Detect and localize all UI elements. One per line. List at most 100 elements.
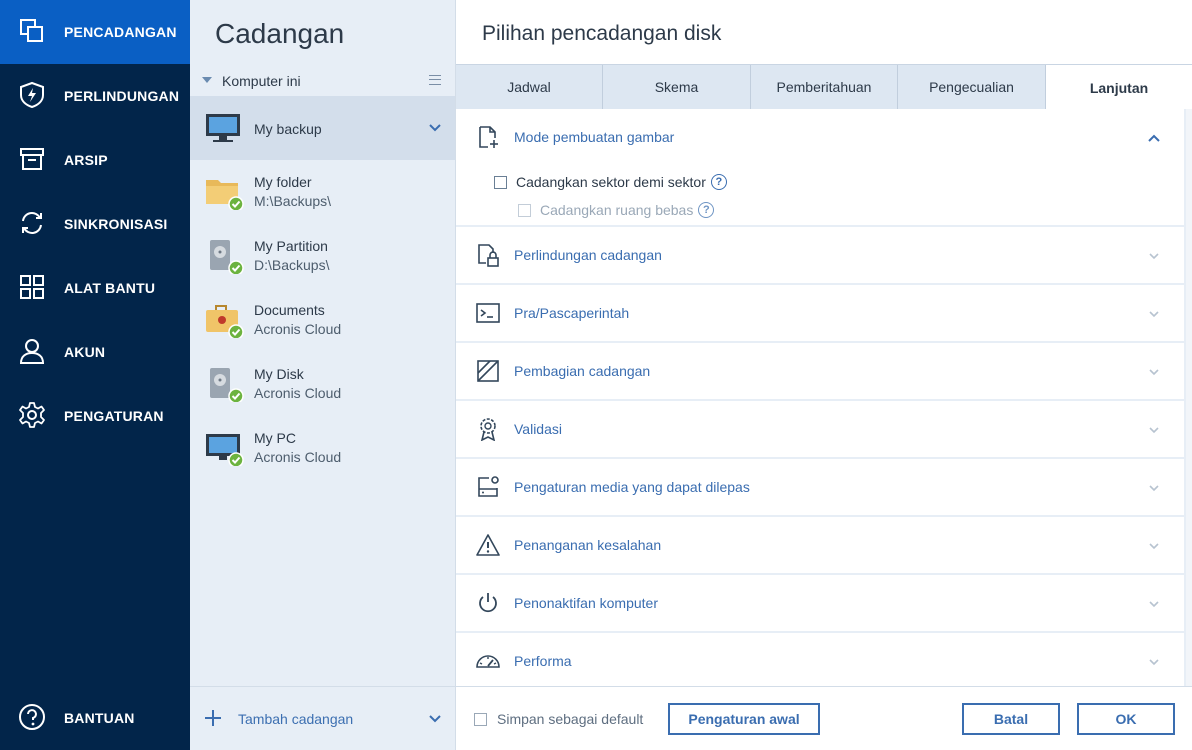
nav-label: AKUN <box>64 344 106 360</box>
nav-label: ALAT BANTU <box>64 280 156 296</box>
nav-label: SINKRONISASI <box>64 216 168 232</box>
nav-item-backup[interactable]: PENCADANGAN <box>0 0 190 64</box>
backup-item-my-partition[interactable]: My Partition D:\Backups\ <box>190 224 455 288</box>
archive-box-icon <box>20 148 44 170</box>
sector-by-sector-option[interactable]: Cadangkan sektor demi sektor ? <box>494 174 727 190</box>
badge-icon <box>480 418 496 441</box>
chevron-down-icon[interactable] <box>1148 250 1160 262</box>
dialog-footer: Simpan sebagai default Pengaturan awal B… <box>456 686 1192 750</box>
backup-copy-icon <box>20 19 43 42</box>
help-icon[interactable]: ? <box>710 174 727 190</box>
nav-item-archive[interactable]: ARSIP <box>0 128 190 192</box>
tools-grid-icon <box>20 275 44 299</box>
section-image-creation-mode: Mode pembuatan gambar Cadangkan sektor d… <box>456 109 1184 225</box>
backup-group-header[interactable]: Komputer ini <box>190 66 455 96</box>
tab-scheme[interactable]: Skema <box>603 65 751 109</box>
nav-item-help[interactable]: BANTUAN <box>0 686 190 750</box>
section-title: Penanganan kesalahan <box>514 537 662 553</box>
options-panel: Pilihan pencadangan disk Jadwal Skema Pe… <box>456 0 1192 750</box>
tab-schedule[interactable]: Jadwal <box>456 65 603 109</box>
lock-file-icon <box>478 244 499 267</box>
warning-icon <box>476 534 500 556</box>
save-as-default-option[interactable]: Simpan sebagai default <box>474 711 643 727</box>
removable-media-icon <box>478 476 499 497</box>
section-error-handling[interactable]: Penanganan kesalahan <box>456 517 1184 573</box>
tab-exclusions[interactable]: Pengecualian <box>898 65 1046 109</box>
nav-item-sync[interactable]: SINKRONISASI <box>0 192 190 256</box>
backup-group-label: Komputer ini <box>222 73 301 89</box>
hard-disk-icon <box>210 368 244 402</box>
chevron-down-icon[interactable] <box>1148 366 1160 378</box>
backup-item-destination: D:\Backups\ <box>254 257 330 273</box>
chevron-down-icon[interactable] <box>429 122 441 134</box>
backup-item-documents[interactable]: Documents Acronis Cloud <box>190 288 455 352</box>
backup-item-my-folder[interactable]: My folder M:\Backups\ <box>190 160 455 224</box>
ok-button[interactable]: OK <box>1077 703 1175 735</box>
tab-notifications[interactable]: Pemberitahuan <box>751 65 898 109</box>
backup-list-panel: Cadangan Komputer ini My backup My folde… <box>190 0 456 750</box>
section-pre-post-commands[interactable]: Pra/Pascaperintah <box>456 285 1184 341</box>
options-scrollbar[interactable] <box>1186 109 1192 686</box>
monitor-icon <box>206 434 244 466</box>
nav-label: PENGATURAN <box>64 408 164 424</box>
cancel-button[interactable]: Batal <box>962 703 1060 735</box>
backup-item-my-backup[interactable]: My backup <box>190 96 455 160</box>
backup-item-name: My Disk <box>254 366 304 382</box>
options-tabs: Jadwal Skema Pemberitahuan Pengecualian … <box>456 64 1192 110</box>
nav-label: PERLINDUNGAN <box>64 88 180 104</box>
backup-item-destination: Acronis Cloud <box>254 449 342 465</box>
monitor-icon <box>206 114 240 142</box>
add-backup-button[interactable]: Tambah cadangan <box>190 686 455 750</box>
section-title: Performa <box>514 653 572 669</box>
file-plus-icon <box>479 126 498 148</box>
nav-item-account[interactable]: AKUN <box>0 320 190 384</box>
backup-item-name: My PC <box>254 430 296 446</box>
backup-item-my-disk[interactable]: My Disk Acronis Cloud <box>190 352 455 416</box>
save-as-default-checkbox[interactable] <box>474 712 487 726</box>
section-validation[interactable]: Validasi <box>456 401 1184 457</box>
backup-item-my-pc[interactable]: My PC Acronis Cloud <box>190 416 455 480</box>
backup-item-name: Documents <box>254 302 325 318</box>
section-title: Pembagian cadangan <box>514 363 651 379</box>
chevron-down-icon[interactable] <box>1148 598 1160 610</box>
hamburger-menu-icon[interactable] <box>429 75 441 85</box>
chevron-down-icon[interactable] <box>1148 540 1160 552</box>
terminal-icon <box>476 303 500 323</box>
help-circle-icon <box>19 704 45 730</box>
free-space-label: Cadangkan ruang bebas <box>540 202 694 218</box>
chevron-down-icon[interactable] <box>1148 424 1160 436</box>
power-icon <box>479 593 497 613</box>
backup-list-title: Cadangan <box>215 18 345 49</box>
chevron-up-icon[interactable] <box>1148 132 1160 144</box>
collapse-triangle-icon[interactable] <box>202 77 212 83</box>
free-space-checkbox <box>518 203 531 217</box>
reset-settings-button[interactable]: Pengaturan awal <box>668 703 820 735</box>
backup-item-name: My Partition <box>254 238 328 254</box>
backup-item-destination: M:\Backups\ <box>254 193 332 209</box>
section-removable-media[interactable]: Pengaturan media yang dapat dilepas <box>456 459 1184 515</box>
section-title: Validasi <box>514 421 562 437</box>
chevron-down-icon[interactable] <box>429 713 441 725</box>
nav-item-protection[interactable]: PERLINDUNGAN <box>0 64 190 128</box>
section-title: Penonaktifan komputer <box>514 595 658 611</box>
nav-label: BANTUAN <box>64 710 135 726</box>
tab-advanced[interactable]: Lanjutan <box>1046 65 1192 110</box>
chevron-down-icon[interactable] <box>1148 308 1160 320</box>
chevron-down-icon[interactable] <box>1148 656 1160 668</box>
chevron-down-icon[interactable] <box>1148 482 1160 494</box>
gauge-icon <box>476 655 500 668</box>
section-title: Mode pembuatan gambar <box>514 129 675 145</box>
add-backup-label: Tambah cadangan <box>238 711 354 727</box>
section-header[interactable]: Mode pembuatan gambar <box>456 109 1184 167</box>
nav-item-settings[interactable]: PENGATURAN <box>0 384 190 448</box>
shield-icon <box>20 81 44 109</box>
section-computer-shutdown[interactable]: Penonaktifan komputer <box>456 575 1184 631</box>
section-backup-splitting[interactable]: Pembagian cadangan <box>456 343 1184 399</box>
help-icon[interactable]: ? <box>698 202 715 218</box>
sector-by-sector-checkbox[interactable] <box>494 175 507 189</box>
nav-label: ARSIP <box>64 152 108 168</box>
section-performance[interactable]: Performa <box>456 633 1184 686</box>
briefcase-icon <box>206 305 244 338</box>
nav-item-tools[interactable]: ALAT BANTU <box>0 256 190 320</box>
section-backup-protection[interactable]: Perlindungan cadangan <box>456 227 1184 283</box>
